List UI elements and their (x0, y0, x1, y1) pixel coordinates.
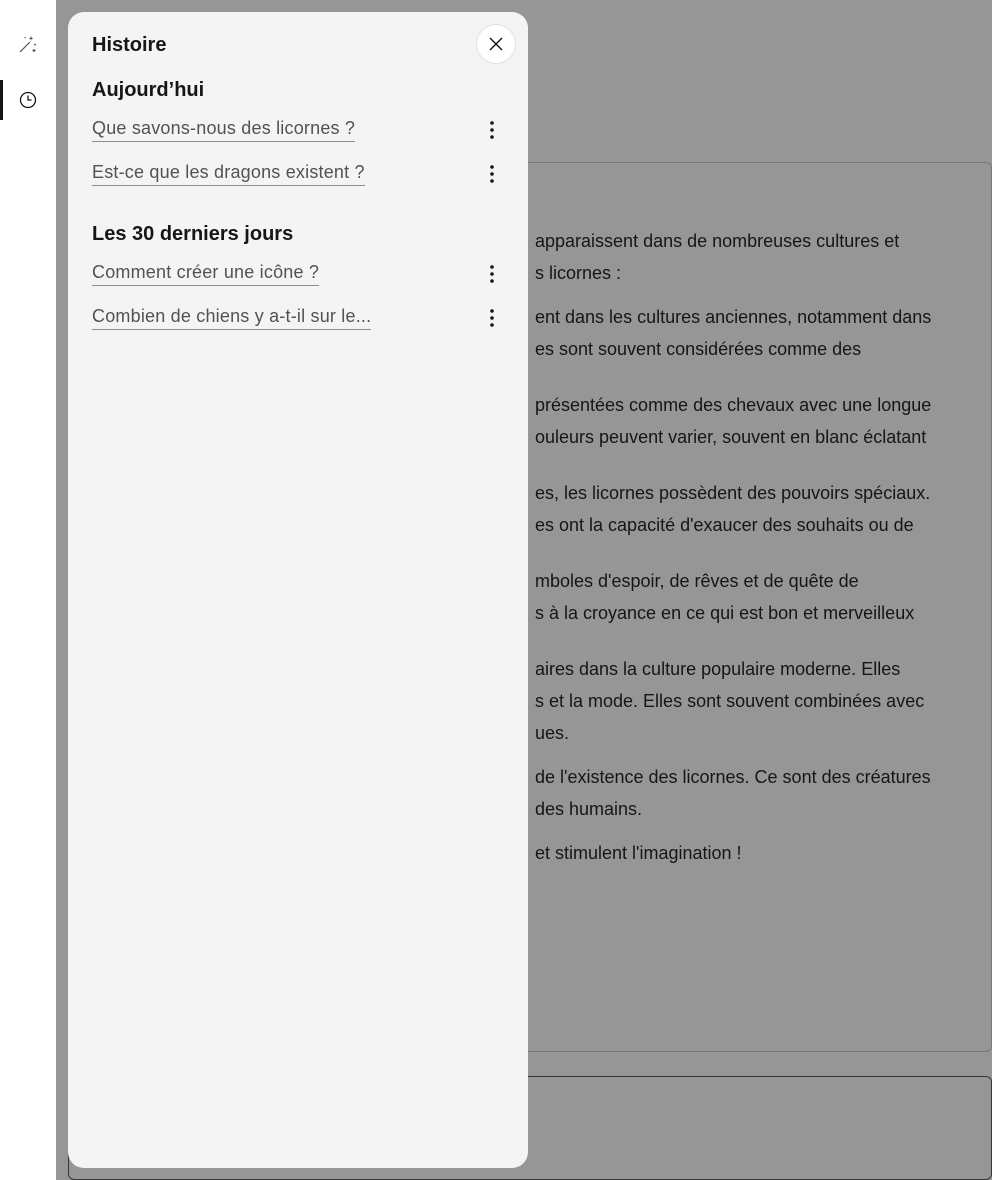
history-panel: Histoire Aujourd’hui Que savons-nous des… (68, 12, 528, 1168)
item-options-button[interactable] (476, 302, 508, 334)
item-options-button[interactable] (476, 258, 508, 290)
magic-wand-icon (19, 36, 37, 53)
history-item: Est-ce que les dragons existent ? (92, 158, 504, 190)
history-item-link[interactable]: Combien de chiens y a-t-il sur le... (92, 306, 372, 330)
overflow-menu-vertical-icon (490, 309, 494, 327)
item-options-button[interactable] (476, 158, 508, 190)
magic-wand-button[interactable] (0, 24, 56, 64)
history-item: Combien de chiens y a-t-il sur le... (92, 302, 504, 334)
side-rail (0, 0, 56, 1180)
overflow-menu-vertical-icon (490, 121, 494, 139)
overflow-menu-vertical-icon (490, 165, 494, 183)
history-item-link[interactable]: Est-ce que les dragons existent ? (92, 162, 365, 186)
history-item: Comment créer une icône ? (92, 258, 504, 290)
section-title-last-30-days: Les 30 derniers jours (92, 223, 294, 245)
overflow-menu-vertical-icon (490, 265, 494, 283)
history-item-link[interactable]: Que savons-nous des licornes ? (92, 118, 356, 142)
close-icon (489, 37, 503, 51)
panel-title: Histoire (92, 34, 167, 56)
item-options-button[interactable] (476, 114, 508, 146)
history-item-link[interactable]: Comment créer une icône ? (92, 262, 320, 286)
history-button[interactable] (0, 80, 56, 120)
close-button[interactable] (476, 24, 516, 64)
history-clock-icon (19, 91, 37, 109)
history-item: Que savons-nous des licornes ? (92, 114, 504, 146)
section-title-today: Aujourd’hui (92, 79, 205, 101)
